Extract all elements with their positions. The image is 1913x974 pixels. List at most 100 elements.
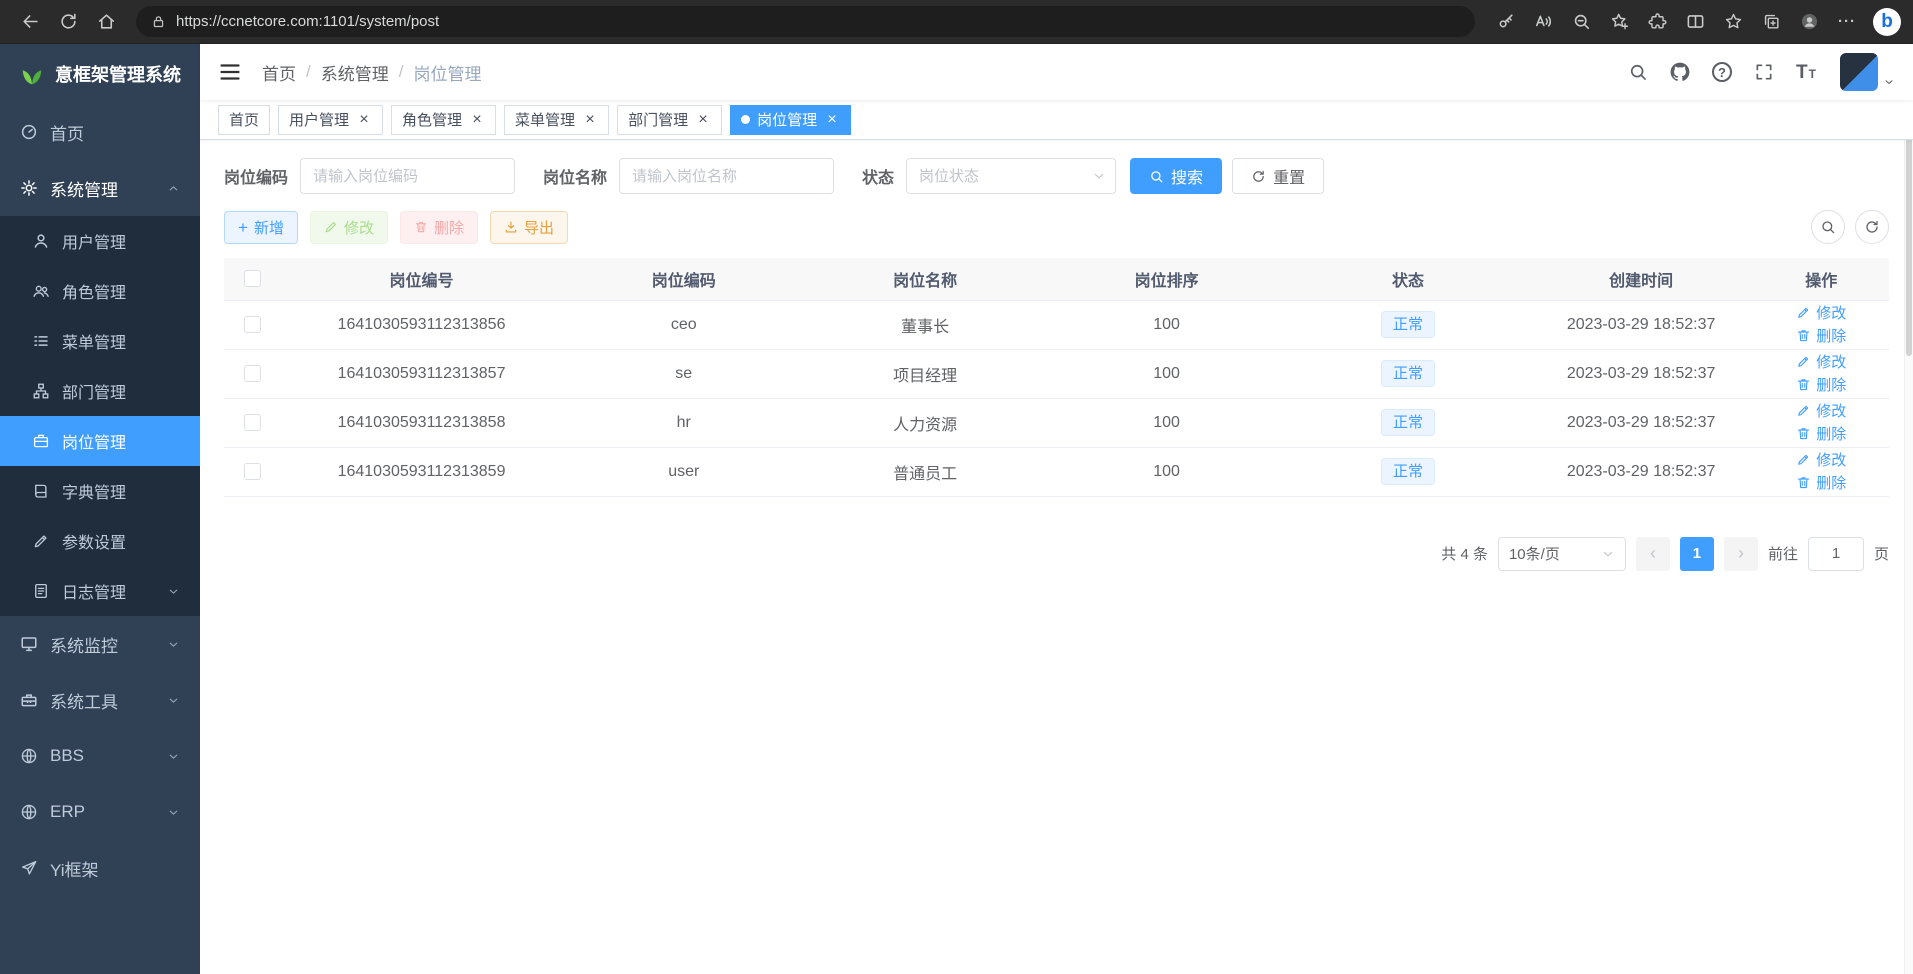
browser-home-button[interactable] — [88, 4, 124, 40]
cell-post-sort: 100 — [1046, 398, 1287, 447]
fullscreen-button[interactable] — [1744, 52, 1784, 92]
row-delete-button[interactable]: 删除 — [1796, 472, 1846, 493]
chevron-down-icon — [167, 694, 180, 707]
refresh-table-button[interactable] — [1855, 210, 1889, 244]
prev-page-button[interactable]: ‹ — [1636, 537, 1670, 571]
browser-profile-button[interactable] — [1791, 4, 1827, 40]
row-delete-button[interactable]: 删除 — [1796, 374, 1846, 395]
tab-dept-management[interactable]: 部门管理 × — [617, 105, 722, 135]
edit-button[interactable]: 修改 — [310, 211, 388, 244]
tab-close-icon[interactable]: × — [582, 112, 598, 128]
row-edit-button[interactable]: 修改 — [1796, 449, 1846, 470]
sidebar-item-yi-framework[interactable]: Yi框架 — [0, 840, 200, 896]
read-aloud-button[interactable] — [1525, 4, 1561, 40]
font-size-button[interactable]: TT — [1786, 52, 1826, 92]
sidebar-item-home[interactable]: 首页 — [0, 104, 200, 160]
user-menu[interactable] — [1840, 53, 1895, 91]
sidebar-item-role-management[interactable]: 角色管理 — [0, 266, 200, 316]
export-button[interactable]: 导出 — [490, 211, 568, 244]
cell-post-name: 项目经理 — [804, 349, 1045, 398]
row-delete-button[interactable]: 删除 — [1796, 423, 1846, 444]
row-checkbox[interactable] — [244, 414, 261, 431]
tab-close-icon[interactable]: × — [824, 112, 840, 128]
sidebar-item-user-management[interactable]: 用户管理 — [0, 216, 200, 266]
status-select[interactable] — [906, 158, 1116, 194]
sidebar: 意框架管理系统 首页 系统管理 用户管理 角色管理 — [0, 44, 200, 974]
select-all-checkbox[interactable] — [244, 270, 261, 287]
cell-post-id: 1641030593112313857 — [280, 349, 563, 398]
row-delete-button[interactable]: 删除 — [1796, 325, 1846, 346]
trash-icon — [1796, 475, 1811, 490]
status-label: 状态 — [862, 164, 894, 188]
header-search-button[interactable] — [1618, 52, 1658, 92]
export-button-label: 导出 — [524, 217, 554, 238]
browser-menu-button[interactable]: ··· — [1829, 4, 1865, 40]
address-bar[interactable]: https://ccnetcore.com:1101/system/post — [136, 6, 1475, 37]
password-manager-button[interactable] — [1487, 4, 1523, 40]
status-select-input[interactable] — [906, 158, 1116, 194]
row-checkbox[interactable] — [244, 463, 261, 480]
row-checkbox[interactable] — [244, 365, 261, 382]
sidebar-item-param-settings[interactable]: 参数设置 — [0, 516, 200, 566]
app-logo[interactable]: 意框架管理系统 — [0, 44, 200, 104]
row-edit-button[interactable]: 修改 — [1796, 400, 1846, 421]
sidebar-item-menu-management[interactable]: 菜单管理 — [0, 316, 200, 366]
goto-page-input[interactable] — [1808, 537, 1864, 571]
star-plus-icon — [1610, 12, 1629, 31]
tab-post-management[interactable]: 岗位管理 × — [730, 105, 851, 135]
sidebar-item-system-management[interactable]: 系统管理 — [0, 160, 200, 216]
row-edit-button[interactable]: 修改 — [1796, 302, 1846, 323]
add-button[interactable]: + 新增 — [224, 211, 298, 244]
site-info-lock-icon[interactable] — [151, 14, 166, 29]
cell-post-code: user — [563, 447, 804, 496]
add-favorite-button[interactable] — [1601, 4, 1637, 40]
tab-close-icon[interactable]: × — [469, 112, 485, 128]
sidebar-item-dict-management[interactable]: 字典管理 — [0, 466, 200, 516]
row-edit-button[interactable]: 修改 — [1796, 351, 1846, 372]
tab-menu-management[interactable]: 菜单管理 × — [504, 105, 609, 135]
tab-label: 角色管理 — [402, 109, 462, 130]
read-aloud-icon — [1534, 12, 1553, 31]
split-screen-button[interactable] — [1677, 4, 1713, 40]
prev-icon: ‹ — [1650, 543, 1656, 564]
post-code-input[interactable] — [300, 158, 515, 194]
tab-close-icon[interactable]: × — [356, 112, 372, 128]
row-checkbox[interactable] — [244, 316, 261, 333]
sidebar-item-bbs[interactable]: BBS — [0, 728, 200, 784]
delete-button-label: 删除 — [434, 217, 464, 238]
tab-home[interactable]: 首页 — [218, 105, 270, 135]
next-page-button[interactable]: › — [1724, 537, 1758, 571]
delete-button[interactable]: 删除 — [400, 211, 478, 244]
tab-user-management[interactable]: 用户管理 × — [278, 105, 383, 135]
favorites-button[interactable] — [1715, 4, 1751, 40]
help-button[interactable]: ? — [1702, 52, 1742, 92]
sidebar-item-system-monitor[interactable]: 系统监控 — [0, 616, 200, 672]
collections-button[interactable] — [1753, 4, 1789, 40]
cell-post-id: 1641030593112313858 — [280, 398, 563, 447]
extensions-button[interactable] — [1639, 4, 1675, 40]
tab-role-management[interactable]: 角色管理 × — [391, 105, 496, 135]
scrollbar[interactable] — [1904, 44, 1913, 974]
sidebar-item-dept-management[interactable]: 部门管理 — [0, 366, 200, 416]
hamburger-icon[interactable] — [218, 60, 242, 84]
github-button[interactable] — [1660, 52, 1700, 92]
breadcrumb-home[interactable]: 首页 — [262, 60, 296, 85]
post-name-input[interactable] — [619, 158, 834, 194]
chevron-down-icon — [167, 750, 180, 763]
browser-back-button[interactable] — [12, 4, 48, 40]
search-button[interactable]: 搜索 — [1130, 158, 1222, 194]
cell-created-time: 2023-03-29 18:52:37 — [1529, 398, 1754, 447]
sidebar-item-system-tools[interactable]: 系统工具 — [0, 672, 200, 728]
sidebar-item-post-management[interactable]: 岗位管理 — [0, 416, 200, 466]
page-size-select[interactable]: 10条/页 — [1498, 537, 1626, 571]
reset-button[interactable]: 重置 — [1232, 158, 1324, 194]
table-toolbar: + 新增 修改 删除 导出 — [224, 210, 1889, 244]
sidebar-item-log-management[interactable]: 日志管理 — [0, 566, 200, 616]
browser-refresh-button[interactable] — [50, 4, 86, 40]
tab-close-icon[interactable]: × — [695, 112, 711, 128]
zoom-button[interactable] — [1563, 4, 1599, 40]
sidebar-item-erp[interactable]: ERP — [0, 784, 200, 840]
page-number-button[interactable]: 1 — [1680, 537, 1714, 571]
toggle-search-button[interactable] — [1811, 210, 1845, 244]
copilot-button[interactable]: b — [1873, 8, 1901, 36]
